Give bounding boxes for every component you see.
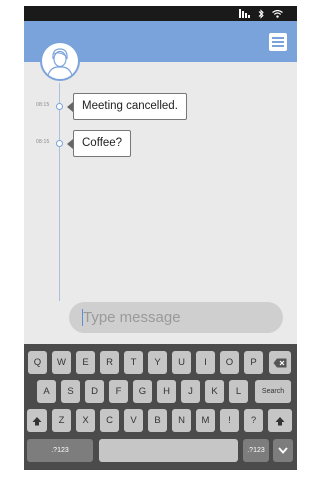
timeline-dot [56,140,63,147]
key-d[interactable]: D [85,380,104,403]
key-r[interactable]: R [100,351,119,374]
key-k[interactable]: K [205,380,224,403]
avatar[interactable] [40,41,80,81]
key-w[interactable]: W [52,351,71,374]
key-s[interactable]: S [61,380,80,403]
key-question[interactable]: ? [244,409,263,432]
message-time: 08:15 [36,102,50,108]
status-icons [239,8,283,19]
hide-keyboard-icon [278,447,288,454]
message-input[interactable] [69,302,283,333]
message-time: 08:15 [36,139,50,145]
signal-icon [239,9,250,18]
space-key[interactable] [99,439,238,462]
status-bar [24,6,297,21]
message-bubble[interactable]: Coffee? [73,130,132,157]
shift-icon [32,416,42,425]
bluetooth-icon [258,8,264,19]
timeline-dot [56,103,63,110]
text-caret [82,309,83,326]
key-j[interactable]: J [181,380,200,403]
message-composer[interactable] [69,302,283,333]
key-b[interactable]: B [148,409,167,432]
key-a[interactable]: A [37,380,56,403]
key-p[interactable]: P [244,351,263,374]
symbols-key-left[interactable]: .?123 [27,439,93,462]
hide-keyboard-key[interactable] [273,439,293,462]
key-x[interactable]: X [76,409,95,432]
search-key[interactable]: Search [255,380,291,403]
message-bubble[interactable]: Meeting cancelled. [73,93,187,120]
keyboard: Q W E R T Y U I O P A S D F G H J K L Se… [24,344,297,470]
key-h[interactable]: H [157,380,176,403]
key-q[interactable]: Q [28,351,47,374]
key-g[interactable]: G [133,380,152,403]
phone-screen: 08:15 Meeting cancelled. 08:15 Coffee? Q… [24,6,297,470]
key-y[interactable]: Y [148,351,167,374]
shift-icon [275,416,285,425]
key-l[interactable]: L [229,380,248,403]
key-i[interactable]: I [196,351,215,374]
key-m[interactable]: M [196,409,215,432]
shift-key-right[interactable] [268,409,292,432]
user-icon [46,48,74,79]
wifi-icon [272,9,283,18]
key-z[interactable]: Z [52,409,71,432]
key-n[interactable]: N [172,409,191,432]
shift-key-left[interactable] [27,409,47,432]
key-t[interactable]: T [124,351,143,374]
key-v[interactable]: V [124,409,143,432]
backspace-key[interactable] [269,351,291,374]
key-c[interactable]: C [100,409,119,432]
backspace-icon [273,358,287,367]
symbols-key-right[interactable]: .?123 [243,439,269,462]
key-u[interactable]: U [172,351,191,374]
key-e[interactable]: E [76,351,95,374]
menu-icon[interactable] [269,33,287,51]
message-row: 08:15 Meeting cancelled. [24,93,297,121]
message-row: 08:15 Coffee? [24,130,297,158]
key-f[interactable]: F [109,380,128,403]
key-o[interactable]: O [220,351,239,374]
key-exclamation[interactable]: ! [220,409,239,432]
